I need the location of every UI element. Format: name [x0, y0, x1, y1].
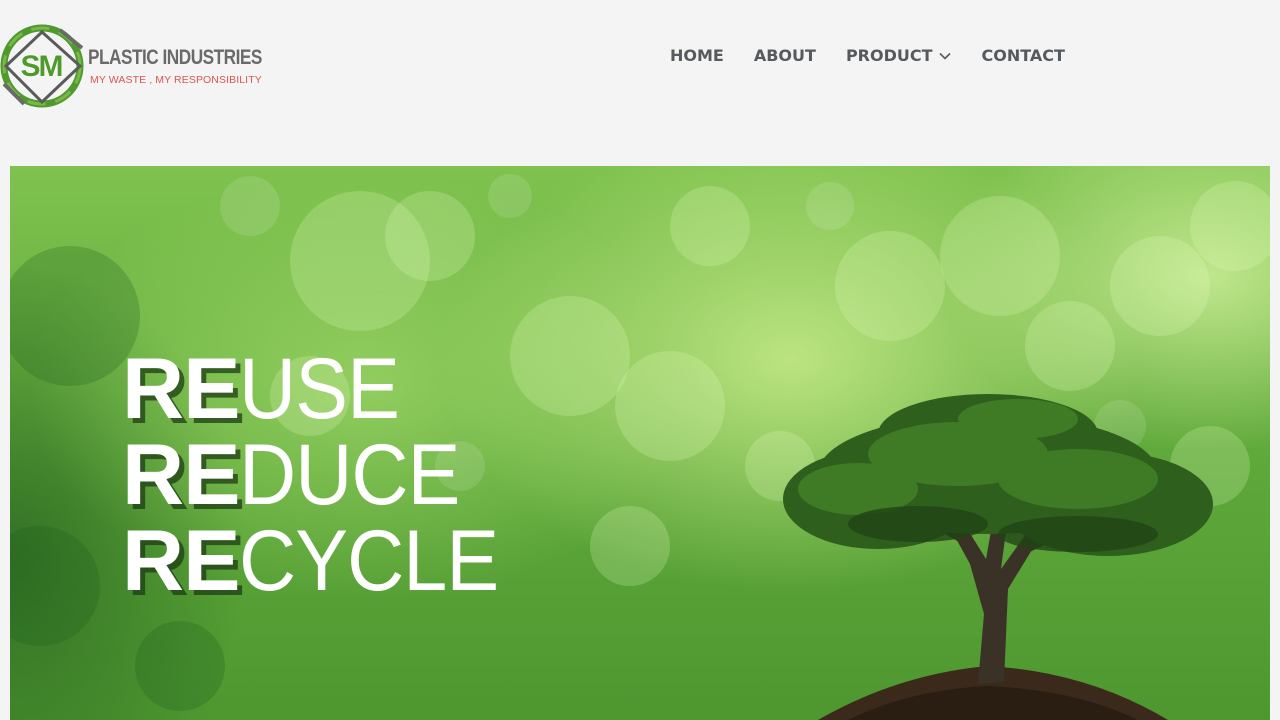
hero-banner: REUSE REDUCE RECYCLE [10, 166, 1270, 720]
nav-home-label: HOME [670, 45, 724, 65]
slogan-prefix: RE [122, 341, 240, 437]
slogan-suffix: CYCLE [239, 513, 499, 609]
slogan-prefix: RE [122, 427, 240, 523]
nav-contact[interactable]: CONTACT [982, 46, 1065, 65]
slogan-recycle: RECYCLE [122, 518, 602, 604]
logo-tagline: MY WASTE , MY RESPONSIBILITY [90, 74, 262, 86]
sm-logo-icon: SM [0, 24, 84, 108]
slogan: REUSE REDUCE RECYCLE [122, 346, 602, 604]
site-logo[interactable]: SM PLASTIC INDUSTRIES MY WASTE , MY RESP… [0, 20, 262, 112]
slogan-suffix: DUCE [239, 427, 460, 523]
nav-contact-label: CONTACT [981, 45, 1065, 65]
nav-product-label: PRODUCT [845, 45, 933, 65]
chevron-down-icon [938, 52, 951, 60]
slogan-prefix: RE [122, 513, 240, 609]
slogan-reduce: REDUCE [122, 432, 602, 518]
logo-brand-name: PLASTIC INDUSTRIES [88, 46, 262, 69]
site-header: SM PLASTIC INDUSTRIES MY WASTE , MY RESP… [0, 0, 1280, 120]
main-nav: HOME ABOUT PRODUCT CONTACT [670, 44, 1065, 66]
nav-about[interactable]: ABOUT [754, 46, 816, 65]
slogan-suffix: USE [239, 341, 400, 437]
nav-product[interactable]: PRODUCT [846, 46, 952, 65]
nav-about-label: ABOUT [753, 45, 816, 65]
tree-image [783, 394, 1213, 720]
slogan-reuse: REUSE [122, 346, 602, 432]
svg-text:SM: SM [21, 50, 62, 83]
page: SM PLASTIC INDUSTRIES MY WASTE , MY RESP… [0, 0, 1280, 720]
nav-home[interactable]: HOME [670, 46, 724, 65]
